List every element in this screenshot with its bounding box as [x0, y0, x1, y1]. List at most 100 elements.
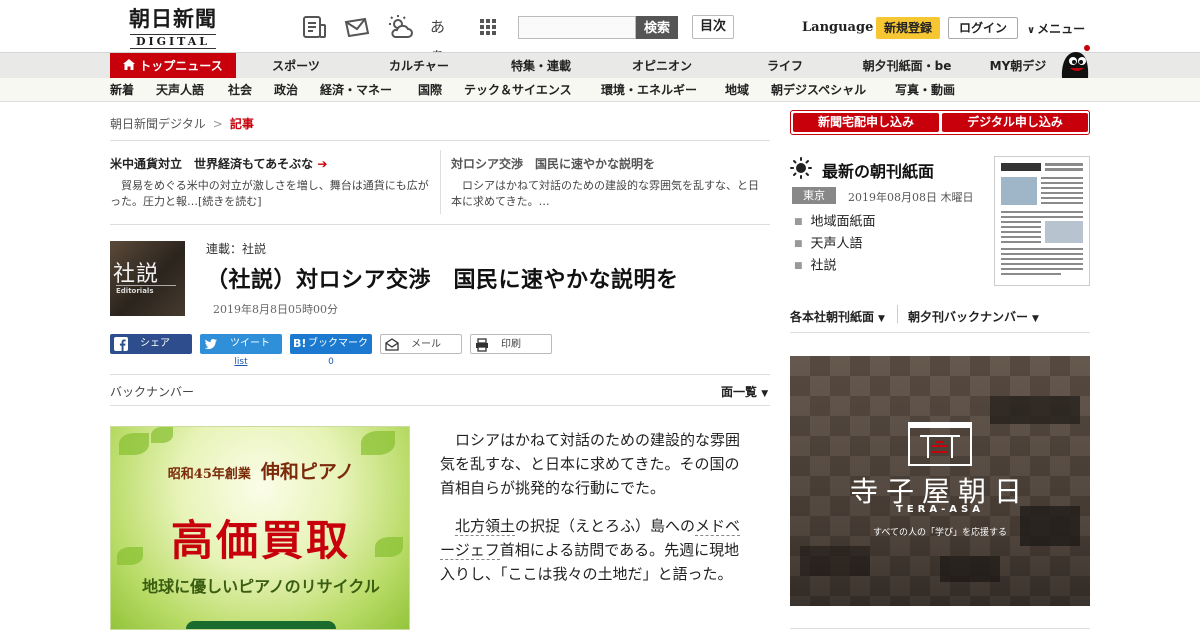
regional-pages-dropdown[interactable]: 各本社朝刊紙面 ▼ — [790, 308, 885, 325]
paper-line — [1041, 202, 1083, 204]
list-item-label: 天声人語 — [810, 236, 863, 252]
hatena-icon: B! — [293, 337, 307, 350]
paper-line — [1001, 253, 1083, 255]
list-item[interactable]: ■ 地域面紙面 — [794, 213, 876, 235]
nav-top-news[interactable]: トップニュース — [110, 53, 236, 79]
weather-icon[interactable] — [386, 13, 414, 41]
contents-button[interactable]: 目次 — [692, 15, 734, 39]
tera-asa-banner[interactable]: 寺子屋朝日 TERA-ASA すべての人の「学び」を応援する — [790, 356, 1090, 606]
nav-my-asadigi[interactable]: MY朝デジ — [980, 53, 1056, 79]
paper-line — [1001, 248, 1083, 250]
paragraph-text: の択捉（えとろふ）島への — [515, 517, 696, 535]
nav-culture[interactable]: カルチャー — [371, 53, 467, 79]
twitter-share-button[interactable]: ツイート — [200, 334, 282, 354]
list-item[interactable]: ■ 天声人語 — [794, 235, 876, 257]
subnav-regional[interactable]: 地域 — [725, 78, 749, 102]
related-article-1[interactable]: 米中通貨対立 世界経済もてあそぶな ➔ 貿易をめぐる米中の対立が激しさを増し、舞… — [110, 155, 430, 210]
paper-line — [1001, 258, 1083, 260]
subnav-international[interactable]: 国際 — [418, 78, 442, 102]
twitter-count[interactable]: list — [200, 357, 282, 367]
paper-line — [1041, 197, 1083, 199]
morning-edition-date: 2019年08月08日 木曜日 — [848, 191, 974, 204]
menu-button[interactable]: ∨ メニュー — [1027, 20, 1085, 37]
divider — [110, 224, 770, 225]
mail-share-button[interactable]: メール — [380, 334, 462, 354]
subnav-environment[interactable]: 環境・エネルギー — [601, 78, 697, 102]
sun-icon — [790, 157, 812, 179]
paper-line — [1001, 221, 1041, 223]
site-logo[interactable]: 朝日新聞 DIGITAL — [118, 8, 228, 49]
newspaper-thumbnail[interactable] — [994, 156, 1090, 286]
paper-line — [1001, 216, 1083, 218]
article-headline: （社説）対ロシア交渉 国民に速やかな説明を — [206, 268, 679, 293]
subnav-tenseijingo[interactable]: 天声人語 — [156, 78, 204, 102]
mascot-icon[interactable] — [1058, 44, 1092, 78]
triangle-down-icon: ▼ — [878, 314, 885, 324]
subnav-special[interactable]: 朝デジスペシャル — [771, 78, 866, 102]
subnav-politics[interactable]: 政治 — [274, 78, 298, 102]
subscribe-paper-button[interactable]: 新聞宅配申し込み — [793, 113, 939, 132]
subscribe-digital-button[interactable]: デジタル申し込み — [942, 113, 1088, 132]
triangle-down-icon: ▼ — [1032, 314, 1039, 324]
divider — [110, 374, 770, 375]
piano-advertisement[interactable]: 昭和45年創業 伸和ピアノ 高価買取 地球に優しいピアノのリサイクル — [110, 426, 410, 630]
related-article-2[interactable]: 対ロシア交渉 国民に速やかな説明を ロシアはかねて対話のための建設的な雰囲気を乱… — [451, 155, 763, 210]
subnav-photo-video[interactable]: 写真・動画 — [895, 78, 955, 102]
read-more-link[interactable]: [続きを読む] — [198, 195, 262, 208]
hatena-count[interactable]: 0 — [290, 357, 372, 367]
language-link[interactable]: Language — [802, 20, 873, 35]
subnav-latest[interactable]: 新着 — [110, 78, 134, 102]
list-item-label: 地域面紙面 — [810, 214, 876, 230]
nav-features[interactable]: 特集・連載 — [493, 53, 589, 79]
register-button[interactable]: 新規登録 — [876, 17, 940, 39]
search-input[interactable] — [518, 16, 636, 39]
mail-news-icon[interactable] — [343, 13, 371, 41]
newspaper-view-icon[interactable] — [300, 13, 328, 41]
article-paragraph: ロシアはかねて対話のための建設的な雰囲気を乱すな、と日本に求めてきた。その国の首… — [440, 431, 741, 497]
subnav-society[interactable]: 社会 — [228, 78, 252, 102]
breadcrumb-root[interactable]: 朝日新聞デジタル — [110, 117, 206, 131]
search-button[interactable]: 検索 — [636, 16, 678, 39]
nav-life[interactable]: ライフ — [737, 53, 833, 79]
breadcrumb-separator: > — [212, 117, 223, 131]
related-title[interactable]: 米中通貨対立 世界経済もてあそぶな ➔ — [110, 155, 430, 172]
breadcrumb-current: 記事 — [229, 117, 254, 131]
logo-sub-text: DIGITAL — [129, 34, 217, 49]
share-label: 印刷 — [501, 339, 521, 350]
facebook-share-button[interactable]: シェア — [110, 334, 192, 354]
nav-label: トップニュース — [139, 59, 223, 73]
divider — [790, 332, 1090, 333]
print-button[interactable]: 印刷 — [470, 334, 552, 354]
paper-line — [1001, 211, 1083, 213]
paper-line — [1045, 163, 1083, 166]
hatena-bookmark-button[interactable]: B! ブックマーク — [290, 334, 372, 354]
twitter-icon — [204, 339, 217, 350]
paper-line — [1001, 263, 1083, 265]
latest-morning-edition-title[interactable]: 最新の朝刊紙面 — [822, 158, 934, 182]
nav-paper-edition[interactable]: 朝夕刊紙面・be — [852, 53, 962, 79]
related-divider — [440, 150, 441, 214]
mail-icon — [385, 338, 399, 351]
ad-sub-copy: 地球に優しいピアノのリサイクル — [142, 577, 380, 596]
ad-since: 昭和45年創業 — [167, 467, 251, 482]
nav-opinion[interactable]: オピニオン — [614, 53, 710, 79]
keyword-link[interactable]: 北方領土 — [455, 517, 516, 536]
grid-menu-icon[interactable] — [474, 13, 502, 41]
back-issues-dropdown[interactable]: 朝夕刊バックナンバー ▼ — [908, 308, 1039, 325]
related-summary-text: 貿易をめぐる米中の対立が激しさを増し、舞台は通貨にも広がった。圧力と報… — [110, 179, 429, 208]
ad-cta-button[interactable] — [186, 621, 336, 629]
login-button[interactable]: ログイン — [948, 17, 1018, 39]
related-title[interactable]: 対ロシア交渉 国民に速やかな説明を — [451, 155, 763, 172]
related-summary: ロシアはかねて対話のための建設的な雰囲気を乱すな、と日本に求めてきた。… — [451, 179, 759, 208]
article-paragraph: 北方領土の択捉（えとろふ）島へのメドベージェフ首相による訪問である。先週に現地入… — [440, 514, 752, 586]
printer-icon — [476, 338, 488, 352]
ad-header: 昭和45年創業 伸和ピアノ — [111, 457, 409, 484]
subnav-tech-science[interactable]: テック＆サイエンス — [464, 78, 572, 102]
page-list-dropdown[interactable]: 面一覧 ▼ — [721, 383, 768, 400]
series-label[interactable]: 連載：社説 — [206, 240, 266, 257]
font-size-icon[interactable]: あぁ — [430, 13, 458, 64]
subnav-economy[interactable]: 経済・マネー — [320, 78, 392, 102]
article-body: ロシアはかねて対話のための建設的な雰囲気を乱すな、と日本に求めてきた。その国の首… — [440, 428, 752, 600]
nav-sports[interactable]: スポーツ — [248, 53, 344, 79]
list-item[interactable]: ■ 社説 — [794, 257, 876, 279]
